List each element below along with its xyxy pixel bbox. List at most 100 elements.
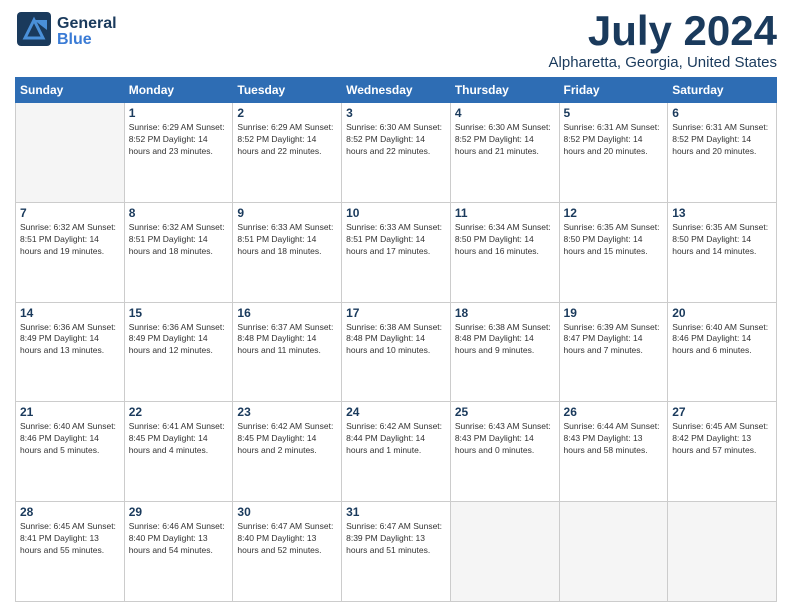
day-info: Sunrise: 6:45 AM Sunset: 8:41 PM Dayligh… <box>20 521 120 557</box>
calendar-cell: 25 Sunrise: 6:43 AM Sunset: 8:43 PM Dayli… <box>450 402 559 502</box>
calendar-cell <box>668 502 777 602</box>
day-info: Sunrise: 6:29 AM Sunset: 8:52 PM Dayligh… <box>129 122 229 158</box>
calendar-cell: 27 Sunrise: 6:45 AM Sunset: 8:42 PM Dayli… <box>668 402 777 502</box>
day-info: Sunrise: 6:32 AM Sunset: 8:51 PM Dayligh… <box>129 222 229 258</box>
day-number: 16 <box>237 306 337 320</box>
day-info: Sunrise: 6:35 AM Sunset: 8:50 PM Dayligh… <box>564 222 664 258</box>
day-number: 26 <box>564 405 664 419</box>
calendar-cell: 15 Sunrise: 6:36 AM Sunset: 8:49 PM Dayli… <box>124 302 233 402</box>
calendar-cell: 7Sunrise: 6:32 AM Sunset: 8:51 PM Daylig… <box>16 202 125 302</box>
day-number: 18 <box>455 306 555 320</box>
calendar-cell: 10 Sunrise: 6:33 AM Sunset: 8:51 PM Dayli… <box>342 202 451 302</box>
calendar-row-3: 14 Sunrise: 6:36 AM Sunset: 8:49 PM Dayli… <box>16 302 777 402</box>
calendar-cell: 17 Sunrise: 6:38 AM Sunset: 8:48 PM Dayli… <box>342 302 451 402</box>
calendar-cell <box>16 103 125 203</box>
day-number: 8 <box>129 206 229 220</box>
day-info: Sunrise: 6:44 AM Sunset: 8:43 PM Dayligh… <box>564 421 664 457</box>
day-info: Sunrise: 6:40 AM Sunset: 8:46 PM Dayligh… <box>20 421 120 457</box>
calendar-cell: 3Sunrise: 6:30 AM Sunset: 8:52 PM Daylig… <box>342 103 451 203</box>
col-thursday: Thursday <box>450 78 559 103</box>
calendar-cell: 9Sunrise: 6:33 AM Sunset: 8:51 PM Daylig… <box>233 202 342 302</box>
page: General Blue July 2024 Alpharetta, Georg… <box>0 0 792 612</box>
logo-icon <box>15 10 53 53</box>
calendar-cell: 24 Sunrise: 6:42 AM Sunset: 8:44 PM Dayli… <box>342 402 451 502</box>
title-block: July 2024 Alpharetta, Georgia, United St… <box>549 10 777 71</box>
day-number: 20 <box>672 306 772 320</box>
calendar-cell: 28Sunrise: 6:45 AM Sunset: 8:41 PM Dayli… <box>16 502 125 602</box>
location: Alpharetta, Georgia, United States <box>549 54 777 71</box>
day-number: 29 <box>129 505 229 519</box>
day-number: 15 <box>129 306 229 320</box>
calendar-row-4: 21 Sunrise: 6:40 AM Sunset: 8:46 PM Dayli… <box>16 402 777 502</box>
day-number: 13 <box>672 206 772 220</box>
day-info: Sunrise: 6:47 AM Sunset: 8:39 PM Dayligh… <box>346 521 446 557</box>
calendar-header-row: Sunday Monday Tuesday Wednesday Thursday… <box>16 78 777 103</box>
day-number: 25 <box>455 405 555 419</box>
day-number: 5 <box>564 106 664 120</box>
calendar-cell: 20 Sunrise: 6:40 AM Sunset: 8:46 PM Dayli… <box>668 302 777 402</box>
day-info: Sunrise: 6:30 AM Sunset: 8:52 PM Dayligh… <box>346 122 446 158</box>
day-number: 21 <box>20 405 120 419</box>
logo: General Blue <box>15 10 117 53</box>
day-info: Sunrise: 6:42 AM Sunset: 8:44 PM Dayligh… <box>346 421 446 457</box>
day-info: Sunrise: 6:36 AM Sunset: 8:49 PM Dayligh… <box>129 322 229 358</box>
day-info: Sunrise: 6:39 AM Sunset: 8:47 PM Dayligh… <box>564 322 664 358</box>
calendar-cell: 18 Sunrise: 6:38 AM Sunset: 8:48 PM Dayli… <box>450 302 559 402</box>
calendar-cell: 4 Sunrise: 6:30 AM Sunset: 8:52 PM Daylig… <box>450 103 559 203</box>
calendar-cell: 22 Sunrise: 6:41 AM Sunset: 8:45 PM Dayli… <box>124 402 233 502</box>
day-info: Sunrise: 6:33 AM Sunset: 8:51 PM Dayligh… <box>346 222 446 258</box>
calendar-cell: 26 Sunrise: 6:44 AM Sunset: 8:43 PM Dayli… <box>559 402 668 502</box>
day-info: Sunrise: 6:43 AM Sunset: 8:43 PM Dayligh… <box>455 421 555 457</box>
day-number: 22 <box>129 405 229 419</box>
calendar-cell: 5Sunrise: 6:31 AM Sunset: 8:52 PM Daylig… <box>559 103 668 203</box>
calendar-cell: 29Sunrise: 6:46 AM Sunset: 8:40 PM Dayli… <box>124 502 233 602</box>
day-info: Sunrise: 6:31 AM Sunset: 8:52 PM Dayligh… <box>672 122 772 158</box>
col-friday: Friday <box>559 78 668 103</box>
day-info: Sunrise: 6:42 AM Sunset: 8:45 PM Dayligh… <box>237 421 337 457</box>
day-number: 23 <box>237 405 337 419</box>
calendar-cell: 6 Sunrise: 6:31 AM Sunset: 8:52 PM Daylig… <box>668 103 777 203</box>
calendar-table: Sunday Monday Tuesday Wednesday Thursday… <box>15 77 777 602</box>
day-number: 4 <box>455 106 555 120</box>
col-tuesday: Tuesday <box>233 78 342 103</box>
calendar-cell: 12 Sunrise: 6:35 AM Sunset: 8:50 PM Dayli… <box>559 202 668 302</box>
calendar-cell: 21 Sunrise: 6:40 AM Sunset: 8:46 PM Dayli… <box>16 402 125 502</box>
day-info: Sunrise: 6:40 AM Sunset: 8:46 PM Dayligh… <box>672 322 772 358</box>
day-info: Sunrise: 6:30 AM Sunset: 8:52 PM Dayligh… <box>455 122 555 158</box>
col-wednesday: Wednesday <box>342 78 451 103</box>
day-number: 14 <box>20 306 120 320</box>
calendar-cell: 23 Sunrise: 6:42 AM Sunset: 8:45 PM Dayli… <box>233 402 342 502</box>
col-monday: Monday <box>124 78 233 103</box>
day-number: 10 <box>346 206 446 220</box>
day-info: Sunrise: 6:34 AM Sunset: 8:50 PM Dayligh… <box>455 222 555 258</box>
day-info: Sunrise: 6:45 AM Sunset: 8:42 PM Dayligh… <box>672 421 772 457</box>
calendar-cell: 14 Sunrise: 6:36 AM Sunset: 8:49 PM Dayli… <box>16 302 125 402</box>
calendar-cell: 8 Sunrise: 6:32 AM Sunset: 8:51 PM Daylig… <box>124 202 233 302</box>
day-number: 17 <box>346 306 446 320</box>
calendar-cell: 30Sunrise: 6:47 AM Sunset: 8:40 PM Dayli… <box>233 502 342 602</box>
day-number: 12 <box>564 206 664 220</box>
day-number: 6 <box>672 106 772 120</box>
col-sunday: Sunday <box>16 78 125 103</box>
day-info: Sunrise: 6:33 AM Sunset: 8:51 PM Dayligh… <box>237 222 337 258</box>
day-info: Sunrise: 6:38 AM Sunset: 8:48 PM Dayligh… <box>455 322 555 358</box>
calendar-cell <box>450 502 559 602</box>
day-number: 11 <box>455 206 555 220</box>
day-info: Sunrise: 6:36 AM Sunset: 8:49 PM Dayligh… <box>20 322 120 358</box>
day-info: Sunrise: 6:47 AM Sunset: 8:40 PM Dayligh… <box>237 521 337 557</box>
col-saturday: Saturday <box>668 78 777 103</box>
day-info: Sunrise: 6:38 AM Sunset: 8:48 PM Dayligh… <box>346 322 446 358</box>
day-number: 1 <box>129 106 229 120</box>
day-info: Sunrise: 6:41 AM Sunset: 8:45 PM Dayligh… <box>129 421 229 457</box>
day-number: 24 <box>346 405 446 419</box>
day-number: 31 <box>346 505 446 519</box>
calendar-row-2: 7Sunrise: 6:32 AM Sunset: 8:51 PM Daylig… <box>16 202 777 302</box>
calendar-row-5: 28Sunrise: 6:45 AM Sunset: 8:41 PM Dayli… <box>16 502 777 602</box>
month-title: July 2024 <box>549 10 777 52</box>
header: General Blue July 2024 Alpharetta, Georg… <box>15 10 777 71</box>
calendar-cell: 11 Sunrise: 6:34 AM Sunset: 8:50 PM Dayli… <box>450 202 559 302</box>
day-number: 2 <box>237 106 337 120</box>
logo-name: General Blue <box>57 16 117 48</box>
calendar-cell: 2Sunrise: 6:29 AM Sunset: 8:52 PM Daylig… <box>233 103 342 203</box>
day-number: 27 <box>672 405 772 419</box>
